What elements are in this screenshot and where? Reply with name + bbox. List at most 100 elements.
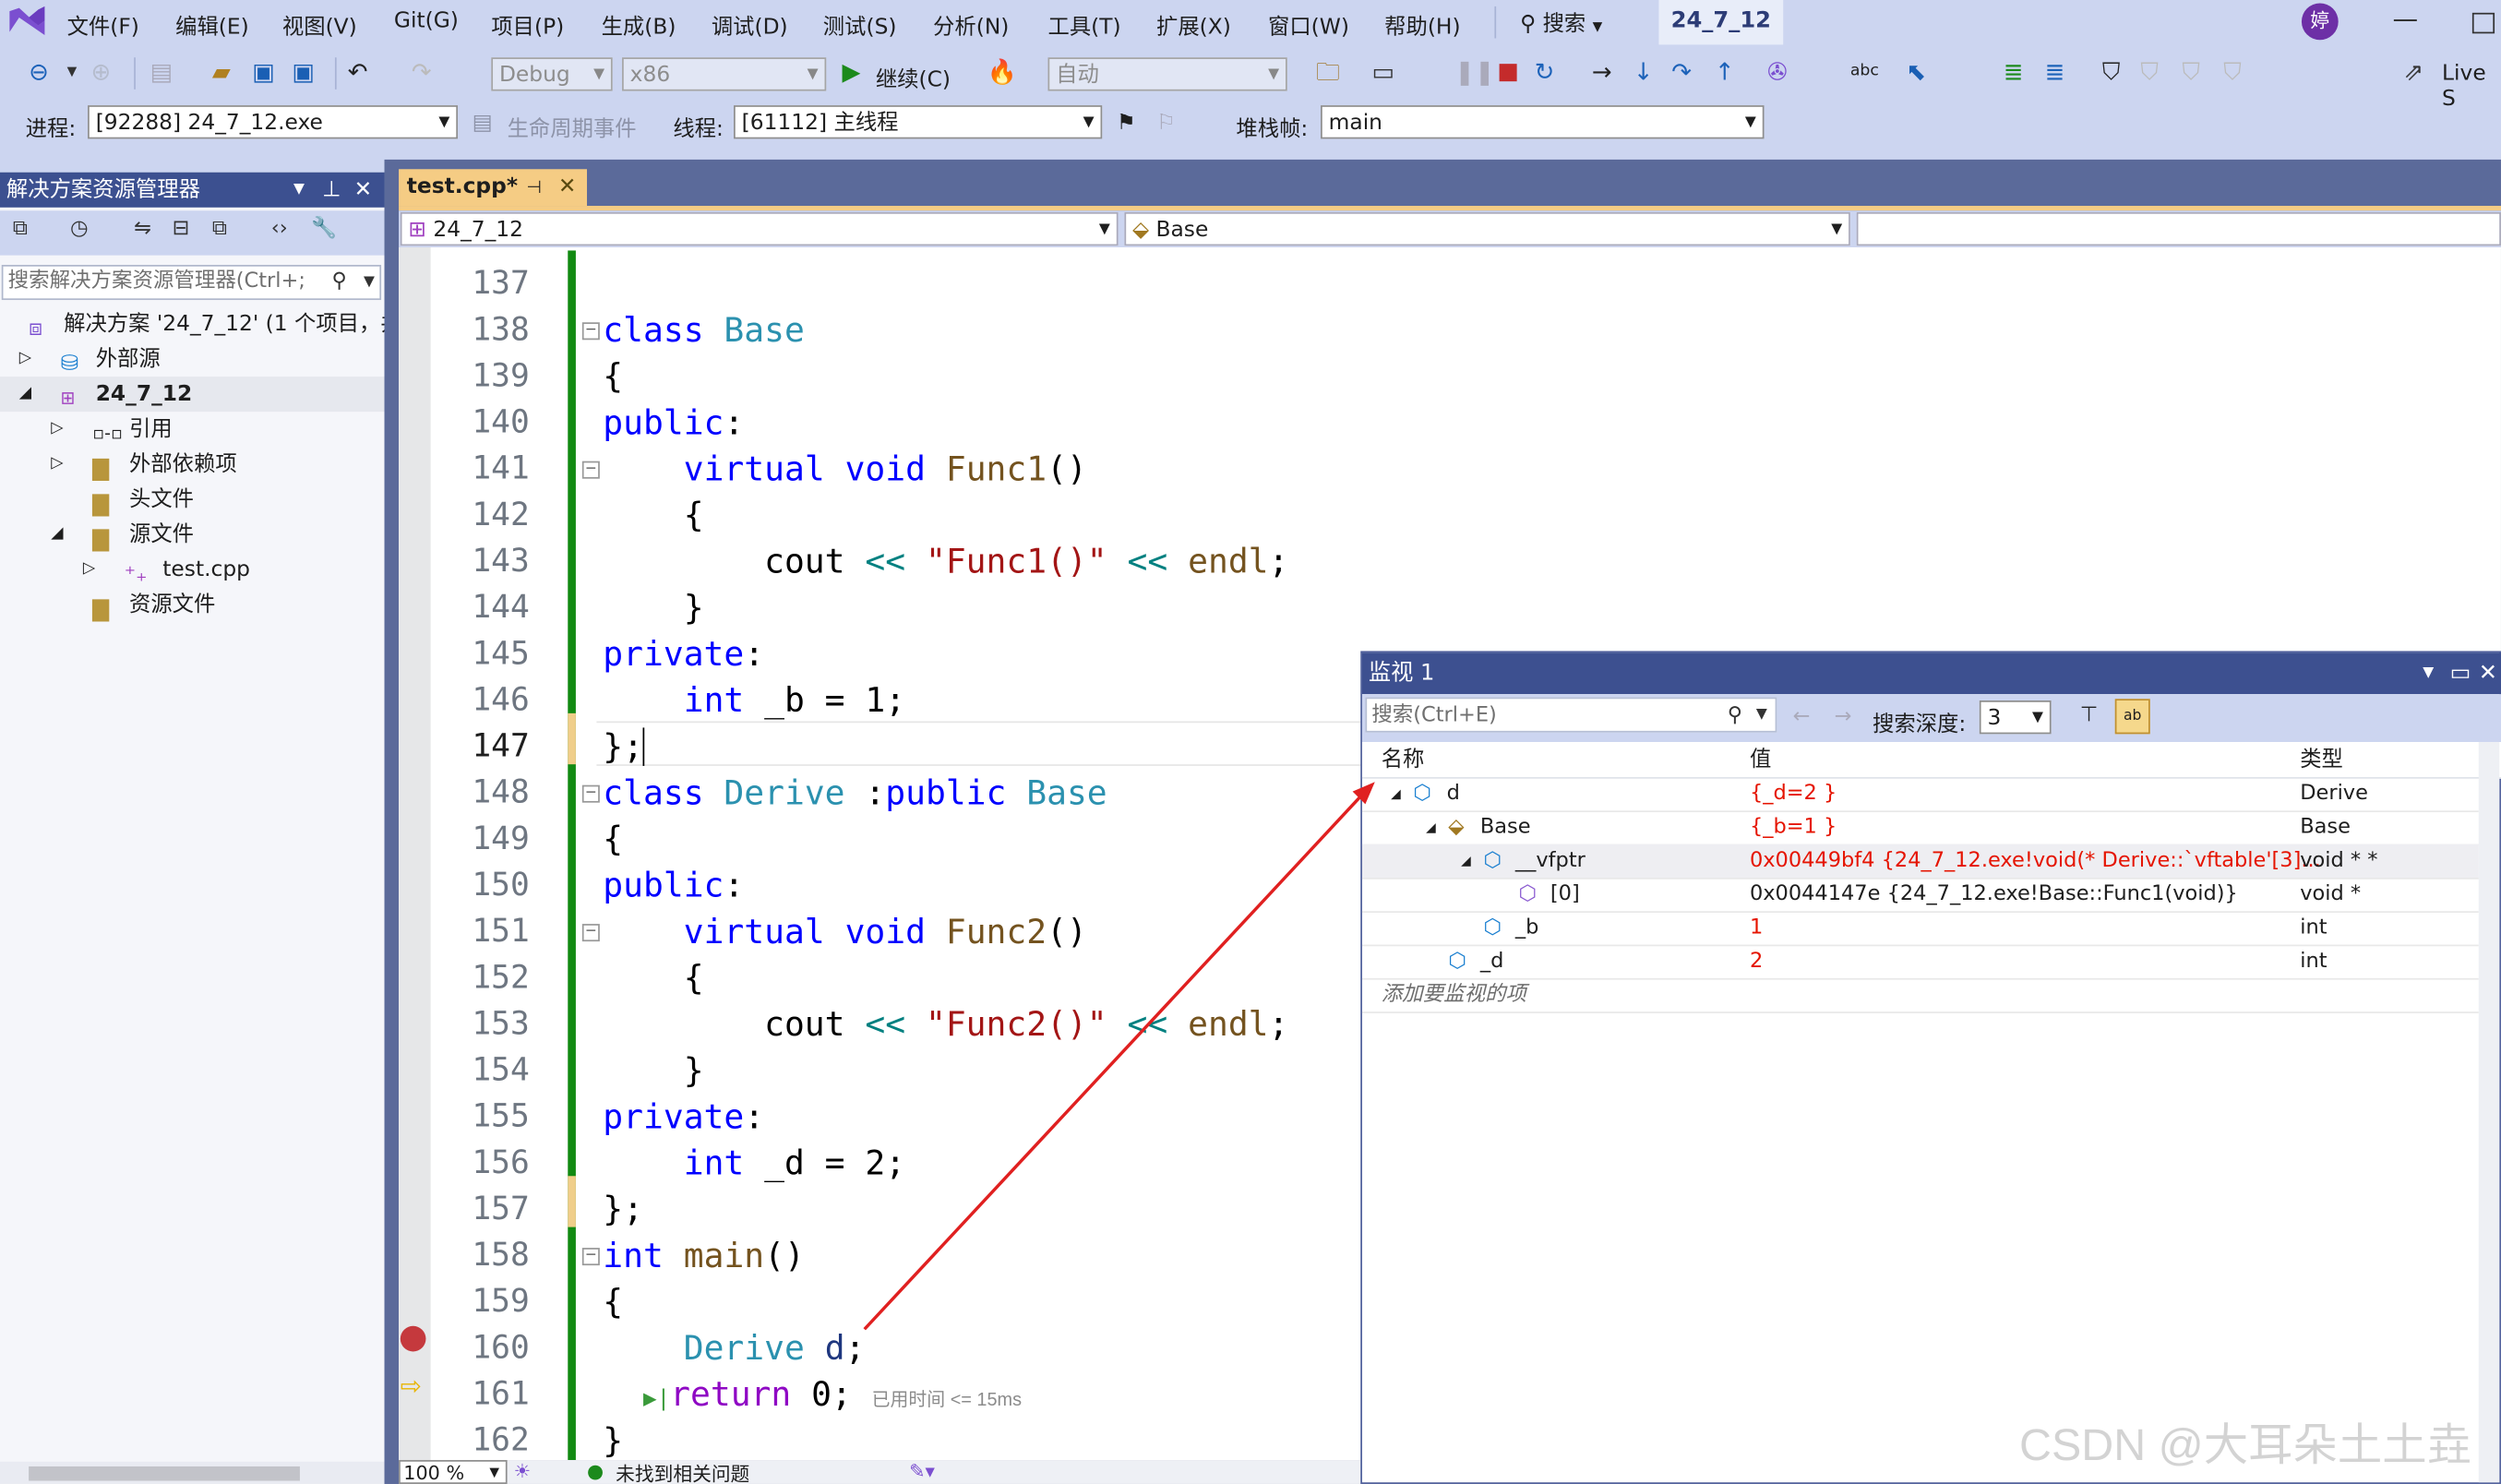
watch-value[interactable]: {_b=1 }	[1750, 810, 1837, 844]
stack-frame-select[interactable]: main ▼	[1321, 105, 1765, 139]
solution-search-input[interactable]: 搜索解决方案资源管理器(Ctrl+; ⚲ ▼	[1, 265, 382, 301]
bookmark-icon[interactable]: ⛉	[2102, 56, 2120, 89]
clear-bookmarks-icon[interactable]: ⛉	[2223, 56, 2241, 89]
watch-search-input[interactable]: 搜索(Ctrl+E) ⚲ ▼	[1365, 697, 1777, 733]
menu-test[interactable]: 测试(S)	[823, 8, 897, 41]
tree-item-resource-files[interactable]: ▇ 资源文件	[0, 587, 385, 622]
menu-extensions[interactable]: 扩展(X)	[1156, 8, 1231, 41]
chevron-down-icon[interactable]: ▼	[364, 267, 375, 299]
watch-value[interactable]: 0x0044147e {24_7_12.exe!Base::Func1(void…	[1750, 878, 2238, 911]
chevron-down-icon[interactable]: ▼	[1756, 699, 1767, 732]
watch-row[interactable]: ◢ ⬡ __vfptr 0x00449bf4 {24_7_12.exe!void…	[1361, 844, 2479, 880]
collapse-all-icon[interactable]: ⊟	[173, 217, 190, 241]
hex-display-icon[interactable]: ✇	[1767, 56, 1788, 89]
browser-home-icon[interactable]: ▭	[1371, 56, 1394, 89]
collapse-arrow-icon[interactable]: ◢	[19, 377, 31, 412]
collapse-arrow-icon[interactable]: ◢	[1426, 810, 1436, 844]
maximize-button[interactable]	[2471, 12, 2495, 34]
code-cleanup-icon[interactable]: ✎▾	[909, 1460, 935, 1482]
outline-collapse-icon[interactable]: −	[581, 461, 600, 479]
step-into-icon[interactable]: ↓	[1633, 56, 1654, 89]
menu-file[interactable]: 文件(F)	[67, 8, 139, 41]
add-watch-placeholder[interactable]: 添加要监视的项	[1382, 978, 1526, 1011]
watch-value[interactable]: {_d=2 }	[1750, 777, 1837, 810]
process-select[interactable]: [92288] 24_7_12.exe ▼	[88, 105, 459, 139]
properties-wrench-icon[interactable]: 🔧	[311, 217, 337, 241]
sync-active-document-icon[interactable]: ⇋	[134, 217, 151, 241]
close-icon[interactable]: ✕	[354, 173, 373, 208]
show-next-statement-icon[interactable]: →	[1592, 56, 1612, 89]
save-all-icon[interactable]: ▣	[292, 56, 315, 89]
global-search-button[interactable]: ⚲ 搜索 ▼	[1520, 5, 1602, 37]
intellicode-icon[interactable]: ☀	[514, 1460, 532, 1482]
minimize-button[interactable]: —	[2392, 3, 2418, 33]
collapse-arrow-icon[interactable]: ◢	[51, 517, 63, 552]
switch-views-icon[interactable]: ⧉	[13, 217, 28, 241]
auto-select[interactable]: 自动 ▼	[1047, 57, 1287, 91]
redo-icon[interactable]: ↷	[412, 56, 432, 89]
solution-configuration-select[interactable]: Debug ▼	[491, 57, 613, 91]
expand-arrow-icon[interactable]: ▷	[51, 412, 63, 447]
pause-icon[interactable]: ❚❚	[1454, 56, 1494, 89]
pin-tab-icon[interactable]: ⊣	[526, 169, 542, 206]
tree-item-source-files[interactable]: ◢ ▇ 源文件	[0, 517, 385, 552]
pin-to-source-icon[interactable]: ⊤	[2080, 703, 2099, 727]
prev-bookmark-icon[interactable]: ⛉	[2140, 56, 2158, 89]
comment-icon[interactable]: ≣	[2004, 56, 2024, 89]
column-name[interactable]: 名称	[1382, 742, 1425, 777]
watch-row[interactable]: ◢ ⬙ Base {_b=1 } Base	[1361, 810, 2479, 846]
tab-test-cpp[interactable]: test.cpp* ⊣ ✕	[399, 169, 588, 207]
tree-item-test-cpp[interactable]: ▷ ⁺₊ test.cpp	[0, 552, 385, 587]
open-folder-icon[interactable]: ▰	[212, 56, 231, 89]
pending-changes-filter-icon[interactable]: ◷	[70, 217, 89, 241]
expand-arrow-icon[interactable]: ▷	[19, 341, 31, 377]
tree-item-project[interactable]: ◢ ⊞ 24_7_12	[0, 377, 385, 413]
menu-help[interactable]: 帮助(H)	[1384, 8, 1460, 41]
menu-project[interactable]: 项目(P)	[491, 8, 564, 41]
outline-collapse-icon[interactable]: −	[581, 322, 600, 341]
save-icon[interactable]: ▣	[252, 56, 275, 89]
step-over-icon[interactable]: ↷	[1671, 56, 1692, 89]
window-menu-icon[interactable]: ▼	[2423, 652, 2434, 694]
vertical-scrollbar[interactable]	[2478, 741, 2500, 1483]
account-avatar[interactable]: 婷	[2301, 3, 2339, 41]
expand-arrow-icon[interactable]: ▷	[51, 447, 63, 482]
search-depth-select[interactable]: 3 ▼	[1979, 700, 2052, 735]
tree-item-references[interactable]: ▷ ▫-▫ 引用	[0, 412, 385, 447]
continue-button[interactable]: 继续(C)	[876, 61, 951, 93]
restart-icon[interactable]: ↻	[1535, 56, 1555, 89]
watch-value[interactable]: 0x00449bf4 {24_7_12.exe!void(* Derive::`…	[1750, 844, 2321, 878]
close-tab-icon[interactable]: ✕	[558, 169, 577, 206]
view-code-icon[interactable]: ‹›	[271, 217, 288, 241]
continue-play-icon[interactable]: ▶	[843, 56, 861, 89]
member-nav-select[interactable]	[1856, 211, 2501, 246]
hex-toggle-icon[interactable]: ab	[2114, 699, 2150, 735]
solution-platform-select[interactable]: x86 ▼	[622, 57, 827, 91]
horizontal-scrollbar[interactable]	[0, 1461, 385, 1484]
tree-item-header-files[interactable]: ▇ 头文件	[0, 482, 385, 517]
spell-check-icon[interactable]: abc	[1850, 56, 1879, 89]
menu-view[interactable]: 视图(V)	[282, 8, 357, 41]
expand-arrow-icon[interactable]: ▷	[83, 552, 95, 587]
column-value[interactable]: 值	[1750, 742, 1771, 777]
outline-collapse-icon[interactable]: −	[581, 1248, 600, 1266]
issues-status[interactable]: 未找到相关问题	[616, 1460, 749, 1483]
maximize-icon[interactable]: ▭	[2450, 652, 2471, 694]
add-watch-row[interactable]: 添加要监视的项	[1361, 978, 2479, 1013]
zoom-select[interactable]: 100 % ▼	[399, 1460, 508, 1484]
collapse-arrow-icon[interactable]: ◢	[1461, 844, 1471, 878]
navigate-back-icon[interactable]: ⊖	[29, 56, 49, 89]
cursor-select-icon[interactable]: ⬉	[1906, 56, 1926, 89]
tree-item-external-deps[interactable]: ▷ ▇ 外部依赖项	[0, 447, 385, 482]
close-icon[interactable]: ✕	[2479, 652, 2497, 694]
navigate-forward-icon[interactable]: ⊕	[91, 56, 112, 89]
watch-row[interactable]: ◢ ⬡ d {_d=2 } Derive	[1361, 777, 2479, 813]
search-next-icon[interactable]: →	[1835, 705, 1852, 729]
search-previous-icon[interactable]: ←	[1793, 705, 1811, 729]
hot-reload-flame-icon[interactable]: 🔥	[987, 56, 1017, 89]
scrollbar-thumb[interactable]	[29, 1466, 300, 1481]
thread-select[interactable]: [61112] 主线程 ▼	[734, 105, 1103, 139]
tree-item-external-sources[interactable]: ▷ ⛁ 外部源	[0, 341, 385, 377]
watch-value[interactable]: 1	[1750, 911, 1763, 944]
panel-menu-icon[interactable]: ▼	[293, 173, 305, 208]
